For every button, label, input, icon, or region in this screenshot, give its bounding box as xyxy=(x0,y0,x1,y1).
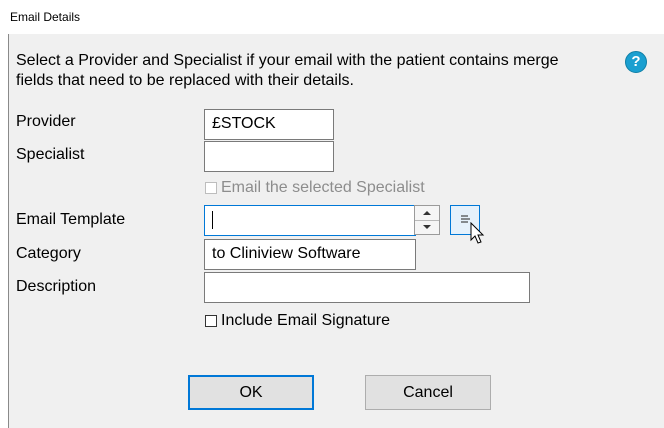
provider-label: Provider xyxy=(16,113,76,130)
arrow-down-icon xyxy=(423,225,431,229)
instructions-text: Select a Provider and Specialist if your… xyxy=(16,52,559,89)
template-spinner[interactable] xyxy=(414,205,440,235)
category-label: Category xyxy=(16,245,81,262)
mouse-pointer-icon xyxy=(470,222,485,244)
description-field[interactable] xyxy=(204,272,530,303)
specialist-label: Specialist xyxy=(16,146,85,163)
specialist-field[interactable] xyxy=(204,141,334,172)
provider-field[interactable]: £STOCK xyxy=(204,109,334,140)
spin-up-button[interactable] xyxy=(415,206,439,221)
cancel-button[interactable]: Cancel xyxy=(365,375,491,410)
checkbox-box xyxy=(205,315,217,327)
spin-down-button[interactable] xyxy=(415,220,439,234)
email-template-field[interactable] xyxy=(204,205,416,236)
help-icon[interactable]: ? xyxy=(625,51,647,73)
title-bar: Email Details xyxy=(0,0,656,34)
description-label: Description xyxy=(16,278,97,295)
text-caret xyxy=(212,210,213,229)
include-signature-checkbox[interactable]: Include Email Signature xyxy=(205,312,390,330)
email-template-label: Email Template xyxy=(16,211,126,228)
ok-button[interactable]: OK xyxy=(188,375,314,410)
arrow-up-icon xyxy=(423,211,431,215)
email-specialist-label: Email the selected Specialist xyxy=(221,179,425,196)
category-field[interactable]: to Cliniview Software xyxy=(204,239,416,270)
checkbox-box xyxy=(205,182,217,194)
email-specialist-checkbox[interactable]: Email the selected Specialist xyxy=(205,179,425,197)
include-signature-label: Include Email Signature xyxy=(221,312,390,329)
window-title: Email Details xyxy=(10,10,81,24)
